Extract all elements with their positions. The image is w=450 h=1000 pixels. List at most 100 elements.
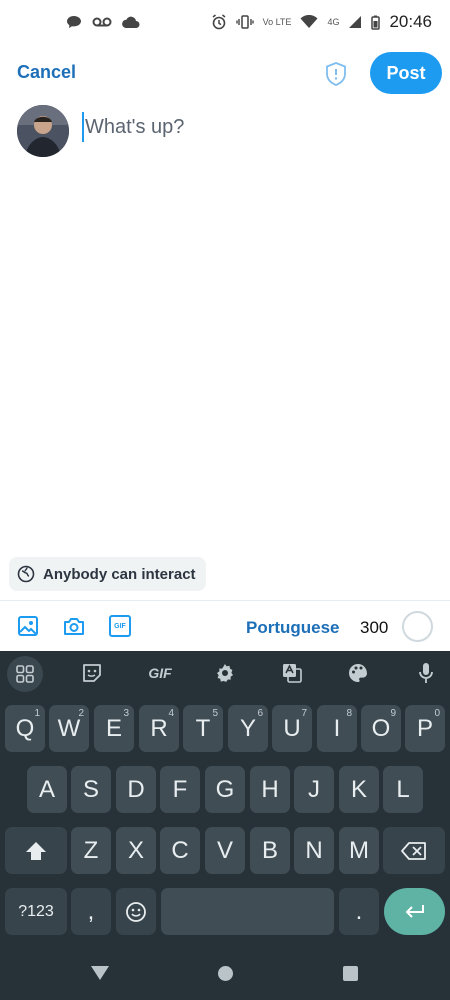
theme-palette-icon[interactable] (343, 660, 373, 686)
post-button[interactable]: Post (370, 52, 442, 94)
key-p-hint: 0 (434, 708, 440, 719)
key-r[interactable]: R4 (139, 705, 179, 752)
enter-key[interactable] (384, 888, 445, 935)
camera-icon[interactable] (63, 615, 85, 637)
key-u-hint: 7 (301, 708, 307, 719)
status-system: Vo LTE 4G 20:46 (211, 12, 432, 32)
reply-settings-button[interactable]: Anybody can interact (9, 557, 206, 591)
key-y-label: Y (239, 714, 256, 742)
key-r-hint: 4 (168, 708, 174, 719)
key-q[interactable]: Q1 (5, 705, 45, 752)
image-gallery-icon[interactable] (17, 615, 39, 637)
chat-bubble-icon (67, 16, 81, 28)
volte-indicator: Vo LTE (262, 16, 292, 27)
key-o[interactable]: O9 (361, 705, 401, 752)
key-i[interactable]: I8 (317, 705, 357, 752)
key-t[interactable]: T5 (183, 705, 223, 752)
period-key[interactable]: . (339, 888, 379, 935)
vibrate-icon (235, 15, 254, 29)
space-key[interactable] (161, 888, 334, 935)
wifi-icon (300, 15, 318, 28)
gif-icon[interactable]: GIF (109, 615, 131, 637)
system-navigation-bar (0, 946, 450, 1000)
signal-icon (349, 16, 362, 28)
key-l[interactable]: L (383, 766, 423, 813)
key-i-hint: 8 (346, 708, 352, 719)
home-icon[interactable] (218, 966, 233, 981)
translate-icon[interactable] (277, 660, 307, 686)
key-j[interactable]: J (294, 766, 334, 813)
status-bar: Vo LTE 4G 20:46 (0, 0, 450, 44)
key-m[interactable]: M (339, 827, 379, 874)
key-i-label: I (333, 714, 341, 742)
key-z[interactable]: Z (71, 827, 111, 874)
symbols-key[interactable]: ?123 (5, 888, 67, 935)
key-d[interactable]: D (116, 766, 156, 813)
cloud-icon (122, 16, 140, 28)
backspace-key[interactable] (383, 827, 445, 874)
back-icon[interactable] (91, 966, 109, 980)
key-s[interactable]: S (71, 766, 111, 813)
key-e[interactable]: E3 (94, 705, 134, 752)
key-f[interactable]: F (160, 766, 200, 813)
key-p[interactable]: P0 (405, 705, 445, 752)
network-type: 4G (327, 16, 340, 27)
key-b[interactable]: B (250, 827, 290, 874)
shift-icon (26, 841, 46, 860)
key-c[interactable]: C (160, 827, 200, 874)
clock: 20:46 (389, 12, 432, 31)
key-h[interactable]: H (250, 766, 290, 813)
avatar[interactable] (17, 105, 69, 157)
key-w-label: W (57, 714, 81, 742)
key-g[interactable]: G (205, 766, 245, 813)
keyboard: GIF Q1 W2 E3 R4 T5 Y6 U7 I8 O9 P0 A S D … (0, 651, 450, 946)
shield-icon[interactable] (323, 61, 349, 87)
key-q-label: Q (15, 714, 35, 742)
key-y-hint: 6 (257, 708, 263, 719)
emoji-icon (126, 901, 146, 922)
compose-toolbar: GIF Portuguese 300 (0, 600, 450, 651)
alarm-icon (212, 14, 226, 30)
key-t-label: T (195, 714, 211, 742)
key-u-label: U (283, 714, 301, 742)
sticker-icon[interactable] (77, 660, 107, 686)
character-progress-ring (402, 611, 433, 642)
reply-settings-label: Anybody can interact (43, 565, 196, 583)
emoji-key[interactable] (116, 888, 156, 935)
keyboard-gif-button[interactable]: GIF (143, 660, 177, 686)
key-e-hint: 3 (123, 708, 129, 719)
voicemail-icon (92, 17, 112, 27)
key-y[interactable]: Y6 (228, 705, 268, 752)
key-w-hint: 2 (78, 708, 84, 719)
keyboard-apps-icon[interactable] (7, 656, 43, 692)
status-notifications (66, 15, 140, 29)
enter-icon (405, 904, 424, 918)
avatar-image (17, 105, 69, 157)
key-a[interactable]: A (27, 766, 67, 813)
key-v[interactable]: V (205, 827, 245, 874)
shift-key[interactable] (5, 827, 67, 874)
key-n[interactable]: N (294, 827, 334, 874)
battery-icon (371, 15, 381, 30)
backspace-icon (401, 841, 426, 860)
key-e-label: E (105, 714, 122, 742)
compose-header: Cancel Post (0, 50, 450, 96)
language-selector[interactable]: Portuguese (246, 618, 340, 638)
key-u[interactable]: U7 (272, 705, 312, 752)
character-count: 300 (360, 618, 389, 637)
microphone-icon[interactable] (411, 660, 441, 686)
key-w[interactable]: W2 (49, 705, 89, 752)
key-t-hint: 5 (212, 708, 218, 719)
recent-apps-icon[interactable] (343, 966, 358, 981)
key-o-label: O (371, 714, 391, 742)
key-k[interactable]: K (339, 766, 379, 813)
settings-gear-icon[interactable] (210, 660, 240, 686)
cancel-button[interactable]: Cancel (17, 62, 76, 83)
comma-key[interactable]: , (71, 888, 111, 935)
globe-icon (17, 565, 35, 583)
key-q-hint: 1 (34, 708, 40, 719)
gif-icon-label: GIF (114, 622, 126, 630)
key-x[interactable]: X (116, 827, 156, 874)
compose-input[interactable] (82, 112, 422, 142)
key-o-hint: 9 (390, 708, 396, 719)
